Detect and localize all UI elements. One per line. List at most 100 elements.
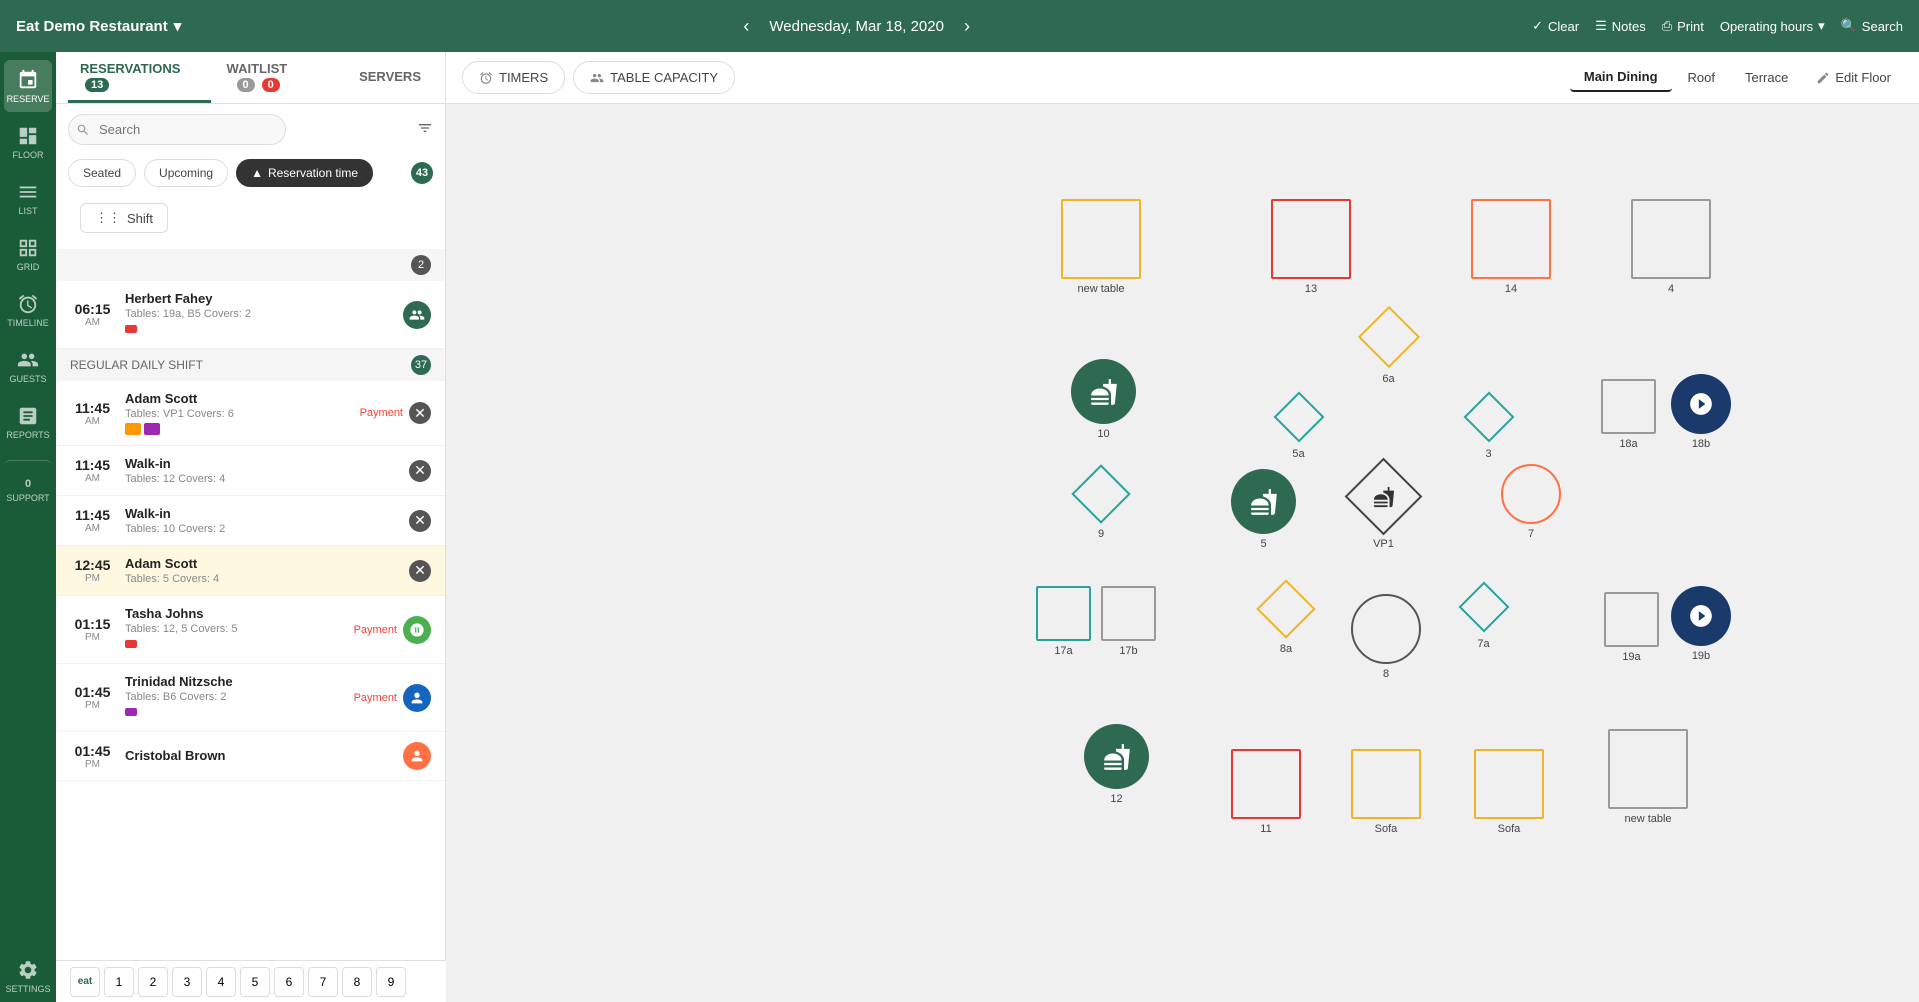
table-8a[interactable]: 8a xyxy=(1256,579,1316,655)
upcoming-filter[interactable]: Upcoming xyxy=(144,159,228,187)
edit-floor-button[interactable]: Edit Floor xyxy=(1804,64,1903,91)
table-14[interactable]: 14 xyxy=(1471,199,1551,295)
shift-section: ⋮⋮ Shift xyxy=(56,197,445,249)
floor-top-bar: TIMERS TABLE CAPACITY Main Dining Roof T… xyxy=(446,52,1919,104)
top-nav: Eat Demo Restaurant ▾ ‹ Wednesday, Mar 1… xyxy=(0,0,1919,52)
table-6a[interactable]: 6a xyxy=(1356,304,1421,385)
timers-tab[interactable]: TIMERS xyxy=(462,61,565,94)
page-9-button[interactable]: 9 xyxy=(376,967,406,997)
notes-icon: ☰ xyxy=(1595,18,1607,34)
cancel-button[interactable]: ✕ xyxy=(409,460,431,482)
seated-filter[interactable]: Seated xyxy=(68,159,136,187)
table-3[interactable]: 3 xyxy=(1461,389,1516,460)
reservation-time: 11:45 AM xyxy=(70,400,115,427)
sidebar-item-floor[interactable]: FLOOR xyxy=(4,116,52,168)
tab-waitlist[interactable]: WAITLIST 0 0 xyxy=(215,53,344,103)
list-item[interactable]: 11:45 AM Adam Scott Tables: VP1 Covers: … xyxy=(56,381,445,446)
table-5a[interactable]: 5a xyxy=(1271,389,1326,460)
tab-servers[interactable]: SERVERS xyxy=(347,61,433,95)
table-13[interactable]: 13 xyxy=(1271,199,1351,295)
table-5[interactable]: 5 xyxy=(1231,469,1296,550)
table-19b[interactable]: 19b xyxy=(1671,586,1731,662)
tab-reservations[interactable]: RESERVATIONS 13 xyxy=(68,53,211,103)
prev-date-button[interactable]: ‹ xyxy=(735,12,757,41)
table-18a[interactable]: 18a xyxy=(1601,379,1656,450)
notes-button[interactable]: ☰ Notes xyxy=(1595,18,1646,34)
page-1-button[interactable]: 1 xyxy=(104,967,134,997)
tag-icon xyxy=(125,640,137,648)
page-5-button[interactable]: 5 xyxy=(240,967,270,997)
list-item[interactable]: 01:45 PM Trinidad Nitzsche Tables: B6 Co… xyxy=(56,664,445,732)
table-17b[interactable]: 17b xyxy=(1101,586,1156,657)
table-new-table-1[interactable]: new table xyxy=(1061,199,1141,295)
avatar xyxy=(403,684,431,712)
sidebar-item-timeline[interactable]: TIMELINE xyxy=(4,284,52,336)
eat-button[interactable]: eat xyxy=(70,967,100,997)
page-3-button[interactable]: 3 xyxy=(172,967,202,997)
page-6-button[interactable]: 6 xyxy=(274,967,304,997)
avatar xyxy=(403,742,431,770)
table-8[interactable]: 8 xyxy=(1351,594,1421,680)
list-item[interactable]: 01:15 PM Tasha Johns Tables: 12, 5 Cover… xyxy=(56,596,445,664)
sort-up-icon: ▲ xyxy=(251,166,263,180)
operating-hours-button[interactable]: Operating hours ▾ xyxy=(1720,18,1825,34)
table-18b[interactable]: 18b xyxy=(1671,374,1731,450)
list-item[interactable]: 11:45 AM Walk-in Tables: 12 Covers: 4 ✕ xyxy=(56,446,445,496)
table-container: new table 13 14 4 6a xyxy=(446,104,1919,1002)
page-4-button[interactable]: 4 xyxy=(206,967,236,997)
list-item[interactable]: 01:45 PM Cristobal Brown xyxy=(56,732,445,781)
table-vp1[interactable]: VP1 xyxy=(1346,459,1421,550)
sidebar-item-guests[interactable]: GUESTS xyxy=(4,340,52,392)
avatar xyxy=(403,301,431,329)
table-19a[interactable]: 19a xyxy=(1604,592,1659,663)
table-shape xyxy=(1231,749,1301,819)
table-4[interactable]: 4 xyxy=(1631,199,1711,295)
search-input[interactable] xyxy=(68,114,286,145)
group-header-1: 2 xyxy=(56,249,445,281)
table-10[interactable]: 10 xyxy=(1071,359,1136,440)
table-9[interactable]: 9 xyxy=(1071,464,1131,540)
table-7a[interactable]: 7a xyxy=(1456,579,1511,650)
sidebar-item-support[interactable]: 0 SUPPORT xyxy=(4,460,52,512)
restaurant-name[interactable]: Eat Demo Restaurant ▾ xyxy=(16,17,181,35)
table-capacity-tab[interactable]: TABLE CAPACITY xyxy=(573,61,735,94)
cancel-button[interactable]: ✕ xyxy=(409,510,431,532)
page-2-button[interactable]: 2 xyxy=(138,967,168,997)
sidebar-item-list[interactable]: LIST xyxy=(4,172,52,224)
table-new-table-2[interactable]: new table xyxy=(1608,729,1688,825)
list-item[interactable]: 11:45 AM Walk-in Tables: 10 Covers: 2 ✕ xyxy=(56,496,445,546)
sidebar-item-reserve[interactable]: RESERVE xyxy=(4,60,52,112)
shift-button[interactable]: ⋮⋮ Shift xyxy=(80,203,168,233)
page-7-button[interactable]: 7 xyxy=(308,967,338,997)
next-date-button[interactable]: › xyxy=(956,12,978,41)
list-item[interactable]: 12:45 PM Adam Scott Tables: 5 Covers: 4 … xyxy=(56,546,445,596)
page-8-button[interactable]: 8 xyxy=(342,967,372,997)
reservation-time-filter[interactable]: ▲ Reservation time xyxy=(236,159,373,187)
reservations-count-badge: 13 xyxy=(85,78,109,92)
table-17a[interactable]: 17a xyxy=(1036,586,1091,657)
table-11[interactable]: 11 xyxy=(1231,749,1301,835)
group-count-1: 2 xyxy=(411,255,431,275)
sidebar-item-reports[interactable]: REPORTS xyxy=(4,396,52,448)
table-7[interactable]: 7 xyxy=(1501,464,1561,540)
filter-button[interactable] xyxy=(417,120,433,139)
sidebar-item-settings[interactable]: SETTINGS xyxy=(4,950,52,1002)
table-12[interactable]: 12 xyxy=(1084,724,1149,805)
table-shape xyxy=(1501,464,1561,524)
clear-button[interactable]: ✓ Clear xyxy=(1532,18,1579,34)
payment-label: Payment xyxy=(354,692,397,704)
cancel-button[interactable]: ✕ xyxy=(409,402,431,424)
group-count-2: 37 xyxy=(411,355,431,375)
main-dining-area[interactable]: Main Dining xyxy=(1570,63,1672,92)
terrace-area[interactable]: Terrace xyxy=(1731,64,1802,91)
cancel-button[interactable]: ✕ xyxy=(409,560,431,582)
search-button[interactable]: 🔍 Search xyxy=(1841,18,1903,34)
table-shape xyxy=(1256,579,1315,638)
table-sofa-2[interactable]: Sofa xyxy=(1474,749,1544,835)
list-item[interactable]: 06:15 AM Herbert Fahey Tables: 19a, B5 C… xyxy=(56,281,445,349)
sidebar-item-grid[interactable]: GRID xyxy=(4,228,52,280)
table-sofa-1[interactable]: Sofa xyxy=(1351,749,1421,835)
print-button[interactable]: ⎙ Print xyxy=(1662,18,1704,34)
table-shape xyxy=(1351,594,1421,664)
roof-area[interactable]: Roof xyxy=(1674,64,1729,91)
